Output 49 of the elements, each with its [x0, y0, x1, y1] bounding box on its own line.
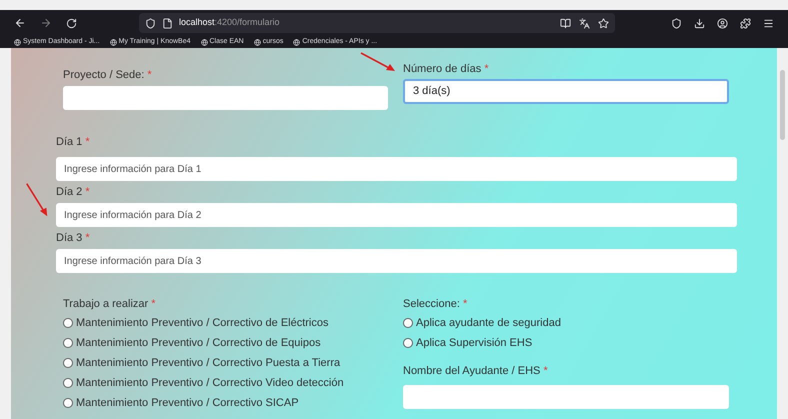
- radio-label: Aplica ayudante de seguridad: [416, 316, 561, 331]
- shield-icon: [145, 18, 156, 28]
- radio-label: Mantenimiento Preventivo / Correctivo de Eléctricos: [76, 316, 328, 331]
- translate-icon[interactable]: [579, 18, 590, 28]
- radio-button[interactable]: [63, 358, 73, 368]
- field-label: Día 2 *: [56, 186, 90, 198]
- bookmark-icon: [200, 38, 208, 46]
- radio-button[interactable]: [403, 338, 413, 348]
- address-bar[interactable]: localhost:4200/formulario: [139, 13, 615, 33]
- forward-icon[interactable]: [40, 17, 52, 29]
- radio-label: Mantenimiento Preventivo / Correctivo SICAP: [76, 396, 299, 411]
- field-label: Número de días *: [403, 64, 490, 75]
- radio-button[interactable]: [63, 378, 73, 388]
- input-field[interactable]: [403, 385, 729, 409]
- radio-button[interactable]: [63, 338, 73, 348]
- bookmark-icon: [110, 38, 117, 46]
- group-label: Seleccione: *: [403, 298, 468, 310]
- reader-icon[interactable]: [560, 18, 571, 28]
- field-label: Día 1 *: [56, 137, 90, 148]
- bookmark-icon: [14, 38, 21, 46]
- radio-label: Mantenimiento Preventivo / Correctivo Video detección: [76, 376, 344, 391]
- pocket-icon[interactable]: [671, 18, 682, 28]
- radio-label: Mantenimiento Preventivo / Correctivo de Equipos: [76, 336, 321, 351]
- input-field[interactable]: Ingrese información para Día 2: [56, 203, 737, 227]
- field-label: Día 3 *: [56, 232, 90, 244]
- download-icon[interactable]: [694, 18, 705, 28]
- radio-button[interactable]: [63, 318, 73, 328]
- input-field[interactable]: 3 día(s): [403, 79, 729, 104]
- url-text: localhost:4200/formulario: [179, 16, 280, 30]
- back-icon[interactable]: [14, 17, 26, 29]
- bookmark-icon: [254, 38, 261, 46]
- reload-icon[interactable]: [66, 18, 77, 28]
- input-field[interactable]: Ingrese información para Día 1: [56, 157, 737, 181]
- bookmark-icon: [293, 38, 300, 46]
- account-icon[interactable]: [717, 18, 728, 28]
- extensions-icon[interactable]: [740, 18, 751, 28]
- radio-button[interactable]: [403, 318, 413, 328]
- input-field[interactable]: Ingrese información para Día 3: [56, 249, 737, 273]
- field-label: Proyecto / Sede: *: [63, 70, 153, 81]
- menu-icon[interactable]: [763, 18, 774, 28]
- input-field[interactable]: [63, 86, 388, 110]
- star-icon[interactable]: [598, 18, 609, 28]
- field-label: Nombre del Ayudante / EHS *: [403, 366, 548, 377]
- group-label: Trabajo a realizar *: [63, 298, 156, 310]
- radio-label: Aplica Supervisión EHS: [416, 336, 532, 351]
- arrow-icon: [360, 52, 396, 72]
- radio-label: Mantenimiento Preventivo / Correctivo Puesta a Tierra: [76, 356, 340, 371]
- page-icon: [162, 18, 173, 28]
- radio-button[interactable]: [63, 398, 73, 408]
